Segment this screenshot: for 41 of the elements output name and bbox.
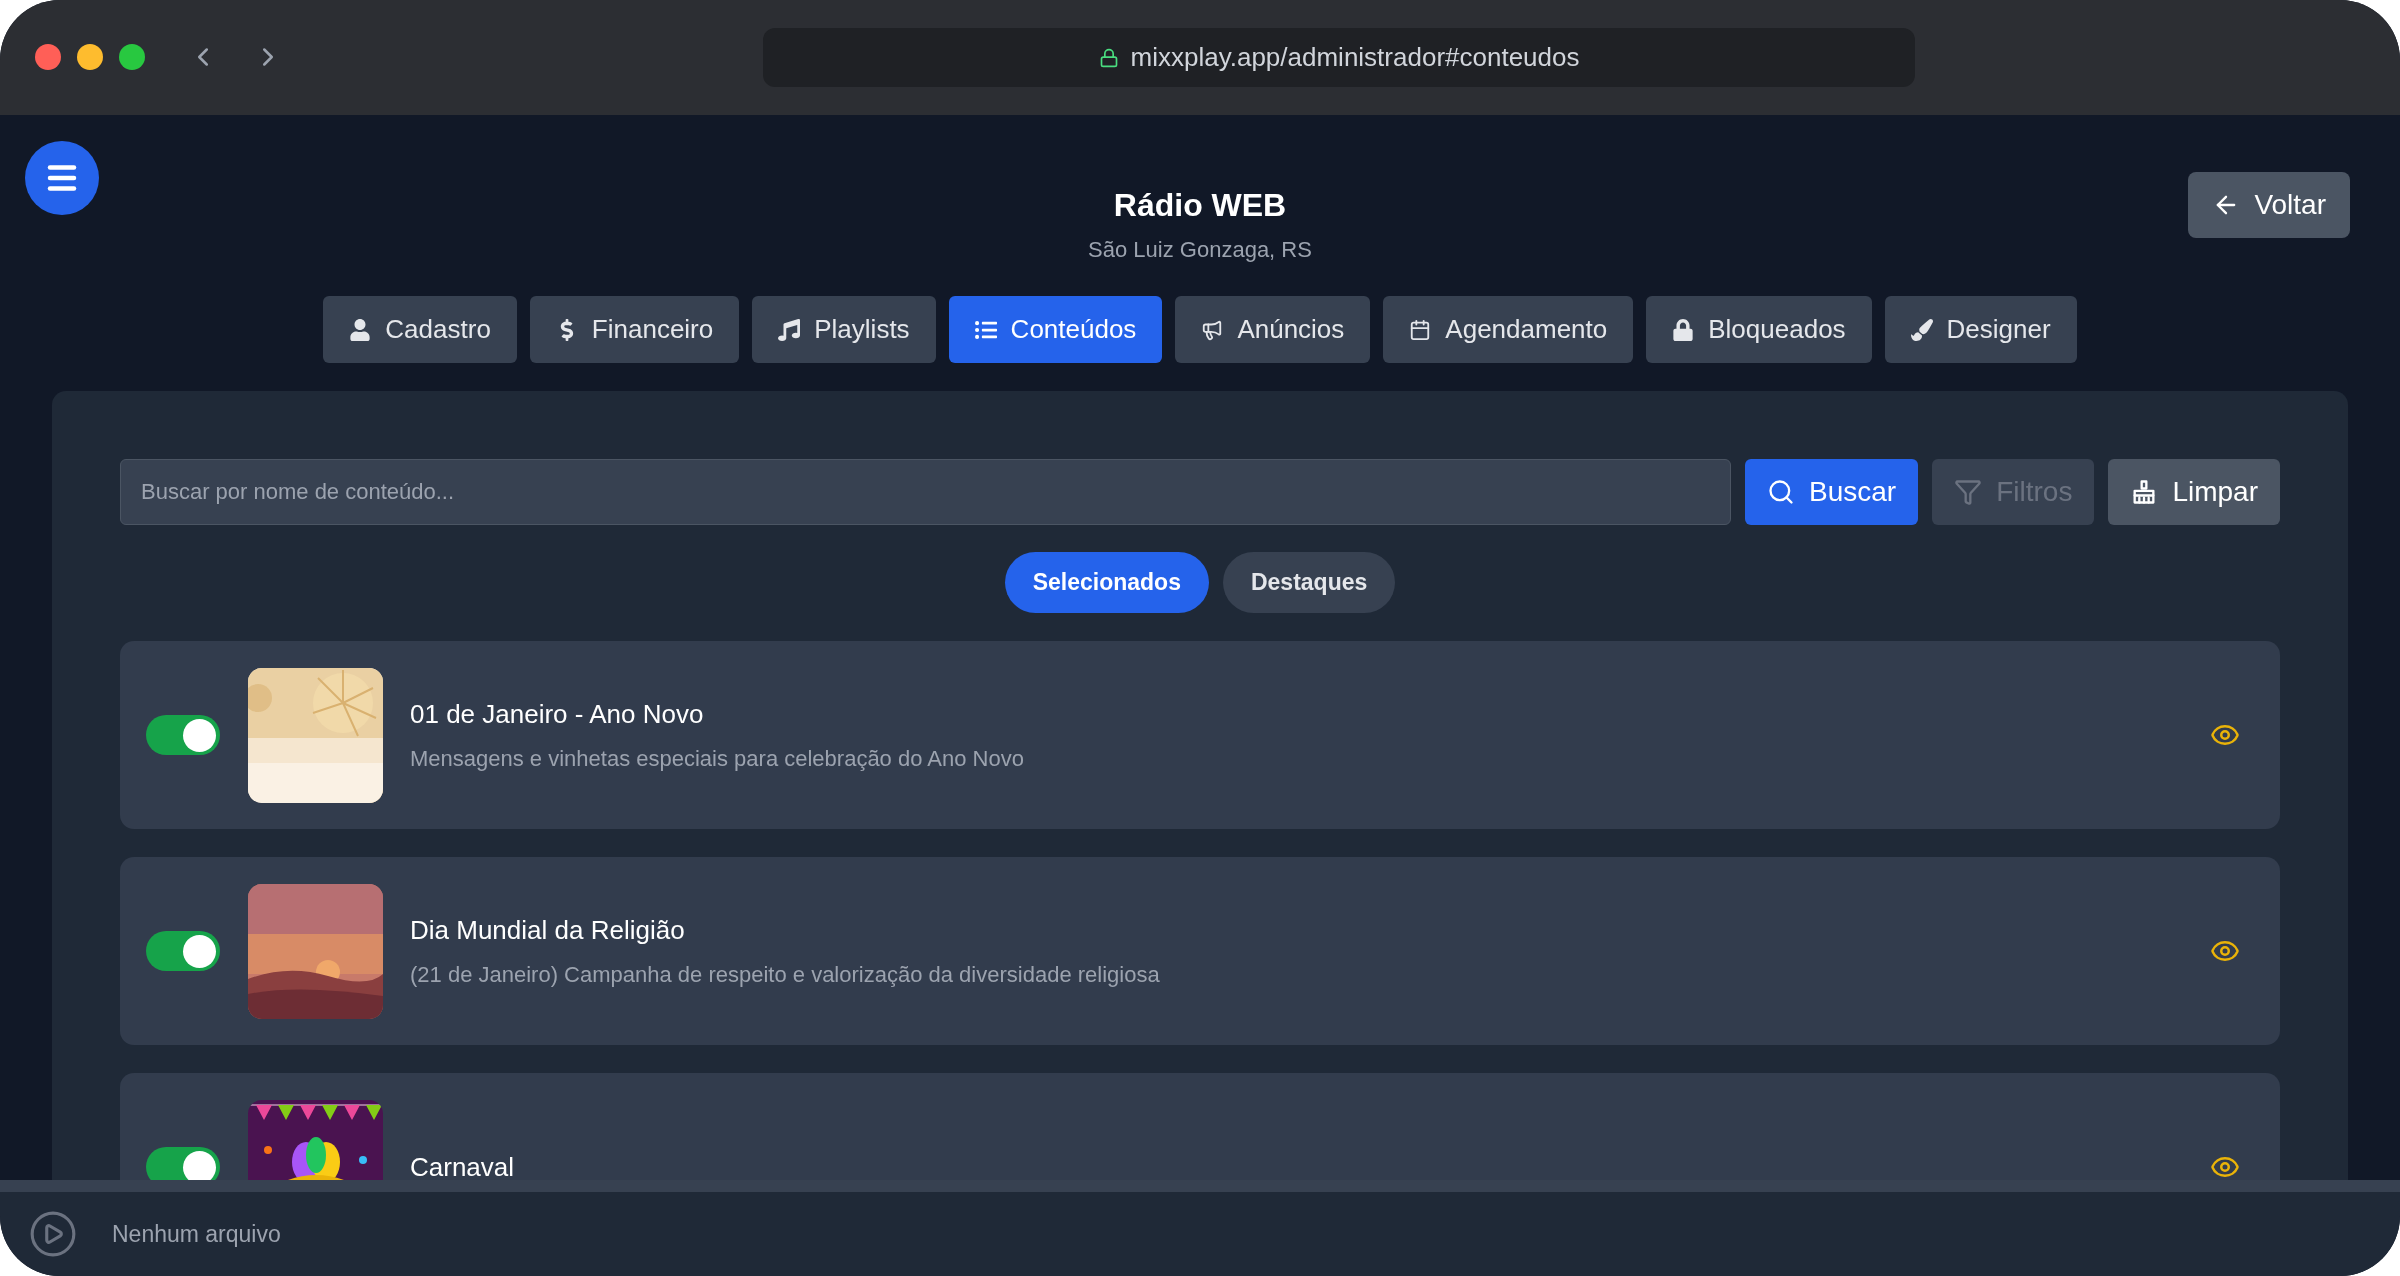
search-field[interactable]: Buscar por nome de conteúdo... [120, 459, 1731, 525]
nav-tab[interactable]: Anúncios [1175, 296, 1371, 363]
calendar-icon [1409, 318, 1432, 341]
close-window-button[interactable] [35, 44, 61, 70]
nav-tab[interactable]: Conteúdos [948, 296, 1163, 363]
maximize-window-button[interactable] [119, 44, 145, 70]
list-icon [974, 318, 997, 341]
toggle-switch[interactable] [146, 931, 220, 971]
nav-tab[interactable]: Cadastro [323, 296, 517, 363]
nav-tab[interactable]: Agendamento [1383, 296, 1634, 363]
page-subtitle: São Luiz Gonzaga, RS [1088, 236, 1312, 264]
brush-icon [1910, 318, 1933, 341]
nav-tab[interactable]: Playlists [752, 296, 936, 363]
user-icon [349, 318, 372, 341]
content-description: (21 de Janeiro) Campanha de respeito e valorização da diversidade religiosa [410, 961, 1161, 989]
back-button[interactable]: Voltar [2188, 172, 2350, 238]
play-icon[interactable] [28, 1209, 78, 1259]
nav-tab[interactable]: Bloqueados [1646, 296, 1872, 363]
clear-button[interactable]: Limpar [2108, 459, 2280, 525]
megaphone-icon [1201, 318, 1224, 341]
content-title: 01 de Janeiro - Ano Novo [410, 698, 705, 731]
filter-pill[interactable]: Destaques [1222, 552, 1396, 613]
lock-icon [1098, 47, 1119, 68]
nav-tab[interactable]: Designer [1884, 296, 2077, 363]
nav-tab[interactable]: Financeiro [529, 296, 740, 363]
toggle-switch[interactable] [146, 715, 220, 755]
filter-pill[interactable]: Selecionados [1004, 552, 1209, 613]
search-icon [1767, 478, 1795, 506]
lock-icon [1672, 318, 1695, 341]
address-bar[interactable]: mixxplay.app/administrador#conteudos [763, 28, 1915, 87]
minimize-window-button[interactable] [77, 44, 103, 70]
content-title: Carnaval [410, 1150, 516, 1180]
player-status: Nenhum arquivo [112, 1219, 281, 1249]
content-description: Mensagens e vinhetas especiais para celebração do Ano Novo [410, 745, 1025, 773]
page-title: Rádio WEB [1113, 186, 1287, 225]
filter-icon [1954, 478, 1983, 506]
url-text: mixxplay.app/administrador#conteudos [1130, 41, 1580, 74]
search-button[interactable]: Buscar [1745, 459, 1919, 525]
content-title: Dia Mundial da Religião [410, 914, 686, 947]
toggle-switch[interactable] [146, 1147, 220, 1180]
music-icon [778, 318, 801, 341]
